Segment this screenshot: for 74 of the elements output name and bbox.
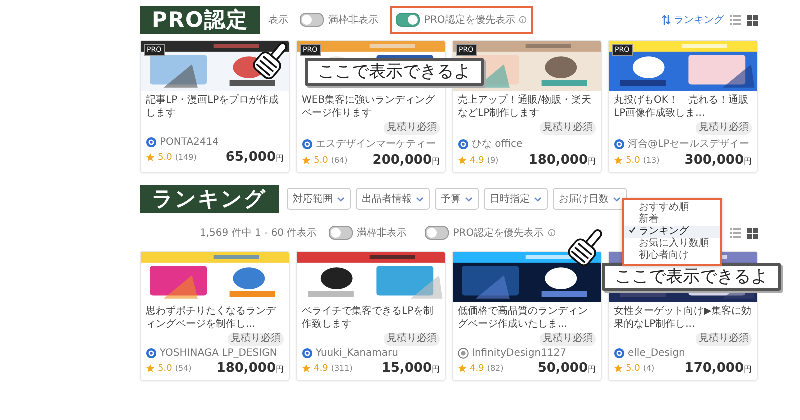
quote-required-tag: 見積り必須	[540, 122, 596, 135]
service-title[interactable]: 低価格で高品質のランディングページ作成いたしま...	[458, 305, 596, 331]
price-text: 65,000円	[226, 150, 284, 165]
rating-value: 5.0	[314, 156, 328, 166]
toggle-label: 満枠非表示	[357, 226, 408, 240]
service-title[interactable]: ペライチで集客できるLPを制作致します	[302, 305, 440, 331]
toggle-option[interactable]: PRO認定を優先表示	[419, 219, 562, 247]
seller-name[interactable]: InfinityDesign1127	[472, 348, 567, 359]
sort-option[interactable]: お気に入り数順	[624, 238, 720, 250]
sort-option[interactable]: 新着	[624, 214, 720, 226]
filter-dropdown[interactable]: 予算	[435, 188, 479, 210]
price-text: 180,000円	[528, 153, 596, 168]
sort-option[interactable]: ランキング	[624, 226, 720, 238]
service-card[interactable]: ペライチで集客できるLPを制作致します 見積り必須 Yuuki_Kanamaru 4.9 (311) 15,000円	[296, 251, 446, 381]
section-label: ランキング	[140, 185, 279, 213]
toggle-label: PRO認定を優先表示	[424, 14, 516, 27]
seller-name[interactable]: エスデザインマーケティー	[316, 137, 436, 151]
result-count: 1,569 件中 1 - 60 件表示	[200, 226, 318, 240]
rating-value: 4.9	[314, 364, 328, 374]
toggle-label: PRO認定を優先表示	[453, 226, 544, 240]
service-title[interactable]: 丸投げもOK！ 売れる！通販LP画像作成致しま...	[614, 94, 752, 120]
review-count: (4)	[643, 364, 655, 373]
quote-required-tag: 見積り必須	[384, 333, 440, 346]
quote-required-tag: 見積り必須	[540, 333, 596, 346]
seller-name[interactable]: elle_Design	[628, 348, 686, 359]
filter-dropdown[interactable]: 対応範囲	[287, 188, 351, 210]
review-count: (13)	[643, 156, 660, 165]
quote-required-tag: 見積り必須	[696, 333, 752, 346]
sort-option[interactable]: おすすめ順	[624, 202, 720, 214]
price-text: 50,000円	[538, 361, 596, 376]
seller-name[interactable]: ひな office	[472, 137, 523, 151]
service-card[interactable]: 低価格で高品質のランディングページ作成いたしま... 見積り必須 InfinityDesign1127 4.9 (82) 50,000円	[452, 251, 602, 381]
sort-link[interactable]: ランキング	[662, 13, 724, 27]
filter-dropdown[interactable]: お届け日数	[553, 188, 627, 210]
service-title[interactable]: WEB集客に強いランディングページ作ります	[302, 94, 440, 120]
price-text: 300,000円	[684, 153, 752, 168]
review-count: (311)	[331, 364, 353, 373]
rating-value: 5.0	[158, 364, 172, 374]
toggle-option[interactable]: 満枠非表示	[294, 6, 384, 34]
service-title[interactable]: 女性ターゲット向け▶集客に効果的なLP制作し...	[614, 305, 752, 331]
callout-box: ここで表示できるよ	[305, 58, 484, 86]
filter-dropdown[interactable]: 日時指定	[484, 188, 548, 210]
toggle-label: 表示	[268, 14, 288, 27]
quote-required-tag: 見積り必須	[696, 122, 752, 135]
review-count: (64)	[331, 156, 348, 165]
rating-value: 5.0	[158, 152, 172, 162]
review-count: (54)	[175, 364, 192, 373]
seller-name[interactable]: 河合@LPセールスデザイー	[628, 137, 750, 151]
rating-value: 4.9	[470, 364, 484, 374]
seller-name[interactable]: Yuuki_Kanamaru	[316, 348, 398, 359]
rating-value: 5.0	[626, 156, 640, 166]
section-label: PRO認定	[140, 6, 260, 34]
seller-name[interactable]: YOSHINAGA LP_DESIGN	[160, 348, 278, 359]
review-count: (149)	[175, 153, 197, 162]
service-title[interactable]: 記事LP・漫画LPをプロが作成します	[146, 94, 284, 120]
callout-box: ここで表示できるよ	[602, 263, 781, 291]
rating-value: 5.0	[626, 364, 640, 374]
service-title[interactable]: 思わずポチりたくなるランディングページを制作し...	[146, 305, 284, 331]
rating-value: 4.9	[470, 156, 484, 166]
review-count: (9)	[487, 156, 499, 165]
seller-name[interactable]: PONTA2414	[160, 137, 220, 148]
service-title[interactable]: 売上アップ！通販/物販・楽天などLP制作します	[458, 94, 596, 120]
toggle-option[interactable]: 満枠非表示	[323, 219, 414, 247]
price-text: 15,000円	[382, 361, 440, 376]
price-text: 200,000円	[372, 153, 440, 168]
quote-required-tag: 見積り必須	[228, 333, 284, 346]
sort-option[interactable]: 初心者向け	[624, 250, 720, 262]
service-card[interactable]: 思わずポチりたくなるランディングページを制作し... 見積り必須 YOSHINAGA LP_DESIGN 5.0 (54) 180,000円	[140, 251, 290, 381]
price-text: 180,000円	[216, 361, 284, 376]
review-count: (82)	[487, 364, 504, 373]
price-text: 170,000円	[684, 361, 752, 376]
toggle-label: 満枠非表示	[328, 14, 378, 27]
quote-required-tag: 見積り必須	[384, 122, 440, 135]
filter-dropdown[interactable]: 出品者情報	[356, 188, 430, 210]
